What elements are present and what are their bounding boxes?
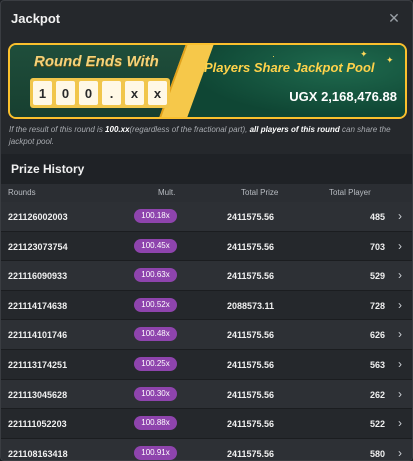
total-players: 703 bbox=[369, 241, 385, 252]
mult-badge: 100.88x bbox=[134, 416, 177, 431]
sparkle-icon: ✦ bbox=[360, 49, 368, 59]
total-prize: 2411575.56 bbox=[226, 359, 274, 370]
round-id: 221116090933 bbox=[8, 271, 68, 282]
table-row[interactable]: 221126002003 100.18x 2411575.56 485 › bbox=[1, 202, 412, 232]
round-id: 221126002003 bbox=[8, 212, 68, 222]
table-row[interactable]: 221116090933 100.63x 2411575.56 529 › bbox=[1, 261, 412, 291]
chevron-right-icon[interactable]: › bbox=[398, 298, 402, 312]
round-id: 221113174251 bbox=[8, 359, 68, 370]
note-bold: all players of this round bbox=[249, 125, 340, 134]
chevron-right-icon[interactable]: › bbox=[398, 446, 402, 460]
close-icon[interactable]: ✕ bbox=[386, 10, 402, 26]
total-prize: 2411575.56 bbox=[226, 241, 274, 252]
table-row[interactable]: 221108163418 100.91x 2411575.56 580 › bbox=[1, 438, 412, 460]
table-row[interactable]: 221114174638 100.52x 2088573.11 728 › bbox=[1, 290, 412, 321]
chevron-right-icon[interactable]: › bbox=[398, 416, 402, 430]
jackpot-banner: Round Ends With 1 0 0 . x x ✦ ✦ · Player… bbox=[8, 43, 407, 119]
total-players: 485 bbox=[369, 212, 385, 222]
table-row[interactable]: 221113174251 100.25x 2411575.56 563 › bbox=[1, 349, 412, 380]
total-prize: 2411575.56 bbox=[226, 271, 274, 282]
mult-badge: 100.18x bbox=[134, 209, 177, 223]
dialog-title: Jackpot bbox=[11, 10, 61, 26]
chevron-right-icon[interactable]: › bbox=[398, 268, 402, 282]
total-players: 522 bbox=[369, 419, 385, 430]
banner-inner: Round Ends With 1 0 0 . x x ✦ ✦ · Player… bbox=[10, 45, 405, 117]
chevron-right-icon[interactable]: › bbox=[398, 387, 402, 401]
round-ends-label: Round Ends With bbox=[34, 53, 159, 70]
col-rounds: Rounds bbox=[8, 188, 36, 197]
round-id: 221113045628 bbox=[8, 389, 68, 400]
total-prize: 2088573.11 bbox=[226, 300, 274, 311]
table-row[interactable]: 221123073754 100.45x 2411575.56 703 › bbox=[1, 231, 412, 262]
total-players: 626 bbox=[369, 330, 385, 341]
mult-badge: 100.45x bbox=[134, 238, 177, 253]
mult-badge: 100.63x bbox=[134, 268, 177, 283]
jackpot-rule-note: If the result of this round is 100.xx(re… bbox=[9, 124, 407, 148]
col-total-prize: Total Prize bbox=[241, 188, 279, 197]
digit-box: 0 bbox=[79, 81, 98, 105]
col-total-player: Total Player bbox=[329, 188, 371, 197]
note-text: If the result of this round is bbox=[9, 125, 106, 134]
note-text: (regardless of the fractional part), bbox=[129, 125, 250, 134]
banner-right-panel bbox=[188, 45, 405, 117]
digit-box: x bbox=[125, 81, 144, 105]
digit-box: . bbox=[102, 81, 121, 105]
round-id: 221108163418 bbox=[8, 448, 68, 459]
mult-badge: 100.30x bbox=[134, 386, 177, 401]
round-id: 221114101746 bbox=[8, 330, 68, 341]
round-id: 221114174638 bbox=[8, 300, 68, 311]
table-row[interactable]: 221111052203 100.88x 2411575.56 522 › bbox=[1, 409, 412, 439]
total-players: 728 bbox=[369, 300, 385, 311]
sparkle-icon: ✦ bbox=[386, 55, 394, 65]
total-players: 563 bbox=[369, 359, 385, 370]
chevron-right-icon[interactable]: › bbox=[398, 357, 402, 371]
chevron-right-icon[interactable]: › bbox=[398, 239, 402, 253]
note-bold: 100.xx bbox=[105, 125, 130, 134]
total-players: 262 bbox=[369, 389, 385, 400]
mult-badge: 100.91x bbox=[134, 445, 177, 460]
total-players: 529 bbox=[369, 271, 385, 282]
table-row[interactable]: 221113045628 100.30x 2411575.56 262 › bbox=[1, 379, 412, 410]
mult-badge: 100.48x bbox=[134, 327, 177, 342]
prize-history-title: Prize History bbox=[11, 162, 85, 176]
round-id: 221111052203 bbox=[8, 419, 67, 430]
mult-badge: 100.25x bbox=[134, 356, 177, 371]
round-digits: 1 0 0 . x x bbox=[30, 78, 170, 108]
total-prize: 2411575.56 bbox=[226, 212, 274, 222]
total-prize: 2411575.56 bbox=[226, 330, 274, 341]
players-share-label: Players Share Jackpot Pool bbox=[204, 60, 375, 75]
dialog-titlebar: Jackpot ✕ bbox=[1, 1, 412, 35]
mult-badge: 100.52x bbox=[134, 297, 177, 312]
prize-history-header: Prize History bbox=[1, 154, 412, 184]
table-header: Rounds Mult. Total Prize Total Player bbox=[1, 184, 412, 202]
jackpot-pool-amount: UGX 2,168,476.88 bbox=[289, 89, 397, 104]
jackpot-dialog: Jackpot ✕ Round Ends With 1 0 0 . x x ✦ … bbox=[0, 0, 413, 461]
digit-box: 1 bbox=[33, 81, 52, 105]
digit-box: 0 bbox=[56, 81, 75, 105]
digit-box: x bbox=[148, 81, 167, 105]
col-mult: Mult. bbox=[158, 188, 176, 197]
prize-history-list: 221126002003 100.18x 2411575.56 485 › 22… bbox=[1, 202, 412, 460]
chevron-right-icon[interactable]: › bbox=[398, 327, 402, 341]
table-row[interactable]: 221114101746 100.48x 2411575.56 626 › bbox=[1, 320, 412, 350]
total-prize: 2411575.56 bbox=[226, 419, 274, 430]
total-prize: 2411575.56 bbox=[226, 448, 274, 459]
total-players: 580 bbox=[369, 448, 385, 459]
chevron-right-icon[interactable]: › bbox=[398, 209, 402, 223]
round-id: 221123073754 bbox=[8, 241, 68, 252]
total-prize: 2411575.56 bbox=[226, 389, 274, 400]
